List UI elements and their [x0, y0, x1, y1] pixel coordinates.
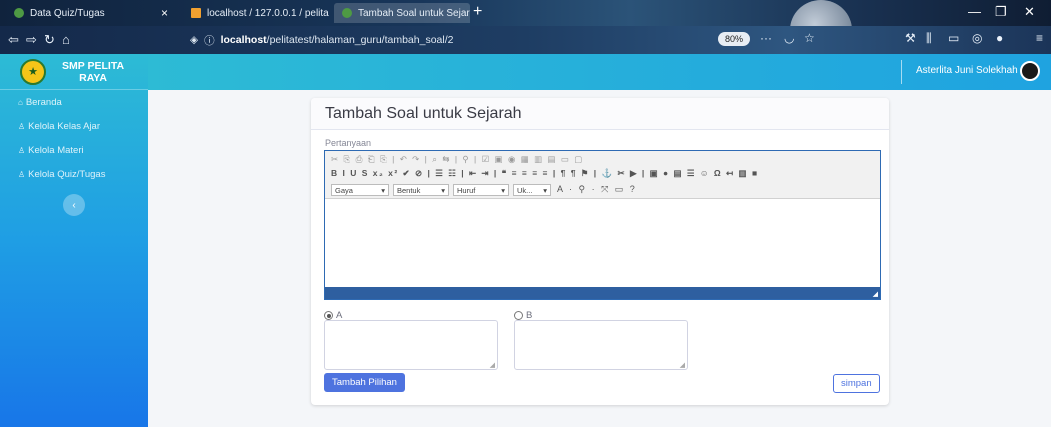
size-select-label: Uk... — [517, 185, 533, 195]
restore-icon[interactable]: ❐ — [995, 4, 1007, 20]
minimize-icon[interactable]: — — [968, 4, 981, 19]
resize-grip-icon[interactable]: ◢ — [490, 361, 495, 369]
sidebar-item-kelola-kelas-ajar[interactable]: ♙ Kelola Kelas Ajar — [0, 114, 148, 138]
browser-tab-bar: Data Quiz/Tugas × localhost / 127.0.0.1 … — [0, 0, 1051, 60]
option-a-textarea[interactable]: ◢ — [324, 320, 498, 370]
editor-toolbar-row-1[interactable]: ✂ ⎘ ⎙ ⎗ ⎘ | ↶ ↷ | ⌕ ⇆ | ⚲ | ☑ ▣ ◉ ▦ ▥ ▤ … — [331, 154, 584, 167]
school-logo-icon: ★ — [20, 58, 46, 85]
resize-grip-icon[interactable]: ◢ — [873, 290, 878, 298]
page-actions-icon[interactable]: ··· — [760, 31, 772, 45]
radio-unselected-icon[interactable] — [514, 311, 523, 320]
back-icon[interactable]: ⇦ — [8, 31, 19, 49]
editor-toolbar-row-2[interactable]: B I U S x₂ x² ✔ ⊘ | ☰ ☷ | ⇤ ⇥ | ❝ ≡ ≡ ≡ … — [331, 168, 759, 181]
sidebar-collapse-button[interactable]: ‹ — [63, 194, 85, 216]
brand-name: SMP PELITA RAYA — [62, 60, 124, 84]
rich-text-editor: ✂ ⎘ ⎙ ⎗ ⎘ | ↶ ↷ | ⌕ ⇆ | ⚲ | ☑ ▣ ◉ ▦ ▥ ▤ … — [324, 150, 881, 300]
site-favicon-icon — [14, 8, 24, 18]
add-question-card: Tambah Soal untuk Sejarah Pertanyaan ✂ ⎘… — [311, 98, 889, 405]
info-icon: ⓘ — [204, 34, 215, 47]
tab-label: Tambah Soal untuk Sejarah — [358, 7, 470, 19]
tab-data-quiz[interactable]: Data Quiz/Tugas × — [6, 3, 176, 23]
user-icon: ♙ — [18, 121, 26, 131]
sidebar-item-kelola-materi[interactable]: ♙ Kelola Materi — [0, 138, 148, 162]
sidebar-item-label: Beranda — [25, 96, 62, 108]
url-path: /pelitatest/halaman_guru/tambah_soal/2 — [266, 34, 454, 46]
brand-line-1: SMP PELITA — [62, 59, 125, 72]
browser-nav-bar: ⇦ ⇨ ↻ ⌂ ◈ ⓘ localhost /pelitatest/halama… — [0, 26, 1051, 54]
site-favicon-icon — [342, 8, 352, 18]
size-select[interactable]: Uk... ▾ — [513, 184, 551, 196]
sidebar-item-beranda[interactable]: ⌂ Beranda — [0, 90, 148, 114]
sidebar-toggle-icon[interactable]: ▭ — [948, 31, 959, 45]
radio-selected-icon[interactable] — [324, 311, 333, 320]
bookmark-star-icon[interactable]: ☆ — [804, 31, 815, 45]
resize-grip-icon[interactable]: ◢ — [680, 361, 685, 369]
sidebar: ★ SMP PELITA RAYA ⌂ Beranda ♙ Kelola Kel… — [0, 54, 148, 427]
forward-icon[interactable]: ⇨ — [26, 31, 37, 49]
save-button[interactable]: simpan — [833, 374, 880, 393]
extension-icon[interactable]: ◎ — [972, 31, 982, 45]
zoom-level[interactable]: 80% — [718, 32, 751, 46]
tab-phpmyadmin[interactable]: localhost / 127.0.0.1 / pelita / × — [183, 3, 330, 23]
account-icon[interactable]: ● — [996, 31, 1003, 45]
phpmyadmin-favicon-icon — [191, 8, 201, 18]
chevron-down-icon: ▾ — [501, 185, 505, 195]
sidebar-item-label: Kelola Quiz/Tugas — [28, 168, 106, 180]
editor-toolbar: ✂ ⎘ ⎙ ⎗ ⎘ | ↶ ↷ | ⌕ ⇆ | ⚲ | ☑ ▣ ◉ ▦ ▥ ▤ … — [325, 151, 880, 199]
page-title: Tambah Soal untuk Sejarah — [325, 105, 522, 122]
user-name[interactable]: Asterlita Juni Solekhah — [916, 65, 1018, 76]
chevron-down-icon: ▾ — [381, 185, 385, 195]
close-window-icon[interactable]: ✕ — [1024, 4, 1035, 20]
tab-label: localhost / 127.0.0.1 / pelita / — [207, 7, 330, 19]
editor-statusbar: ◢ — [325, 287, 880, 299]
home-icon: ⌂ — [18, 97, 23, 107]
style-select-label: Gaya — [335, 185, 353, 195]
sidebar-item-label: Kelola Kelas Ajar — [28, 120, 100, 132]
pocket-icon[interactable]: ◡ — [784, 31, 794, 45]
url-bar[interactable]: ◈ ⓘ localhost /pelitatest/halaman_guru/t… — [180, 30, 780, 50]
option-b-textarea[interactable]: ◢ — [514, 320, 688, 370]
avatar[interactable] — [1020, 61, 1040, 81]
sidebar-item-label: Kelola Materi — [28, 144, 84, 156]
reload-icon[interactable]: ↻ — [44, 31, 55, 49]
sidebar-item-kelola-quiz-tugas[interactable]: ♙ Kelola Quiz/Tugas — [0, 162, 148, 186]
menu-icon[interactable]: ≡ — [1036, 31, 1043, 45]
style-select[interactable]: Gaya ▾ — [331, 184, 389, 196]
topbar-divider — [901, 60, 902, 84]
font-select[interactable]: Huruf ▾ — [453, 184, 509, 196]
url-host: localhost — [220, 34, 267, 46]
sidebar-brand[interactable]: ★ SMP PELITA RAYA — [0, 54, 148, 90]
user-icon: ♙ — [18, 169, 26, 179]
add-choice-button[interactable]: Tambah Pilihan — [324, 373, 405, 392]
app-topbar: Asterlita Juni Solekhah — [148, 54, 1051, 90]
home-icon[interactable]: ⌂ — [62, 31, 70, 49]
format-select[interactable]: Bentuk ▾ — [393, 184, 449, 196]
chevron-down-icon: ▾ — [543, 185, 547, 195]
question-label: Pertanyaan — [325, 138, 372, 148]
shield-icon: ◈ — [190, 34, 199, 46]
tools-icon[interactable]: ⚒ — [905, 31, 916, 45]
library-icon[interactable]: ⫼ — [926, 31, 932, 46]
new-tab-button[interactable]: + — [473, 3, 482, 21]
tab-tambah-soal[interactable]: Tambah Soal untuk Sejarah × — [334, 3, 470, 23]
brand-line-2: RAYA — [79, 71, 107, 84]
user-icon: ♙ — [18, 145, 26, 155]
editor-color-tools[interactable]: A · ⚲ · ⤧ ▭ ? — [557, 184, 637, 195]
close-tab-icon[interactable]: × — [155, 6, 168, 20]
chevron-down-icon: ▾ — [441, 185, 445, 195]
format-select-label: Bentuk — [397, 185, 421, 195]
font-select-label: Huruf — [457, 185, 476, 195]
question-editor-body[interactable] — [325, 199, 880, 287]
tab-label: Data Quiz/Tugas — [30, 7, 105, 19]
